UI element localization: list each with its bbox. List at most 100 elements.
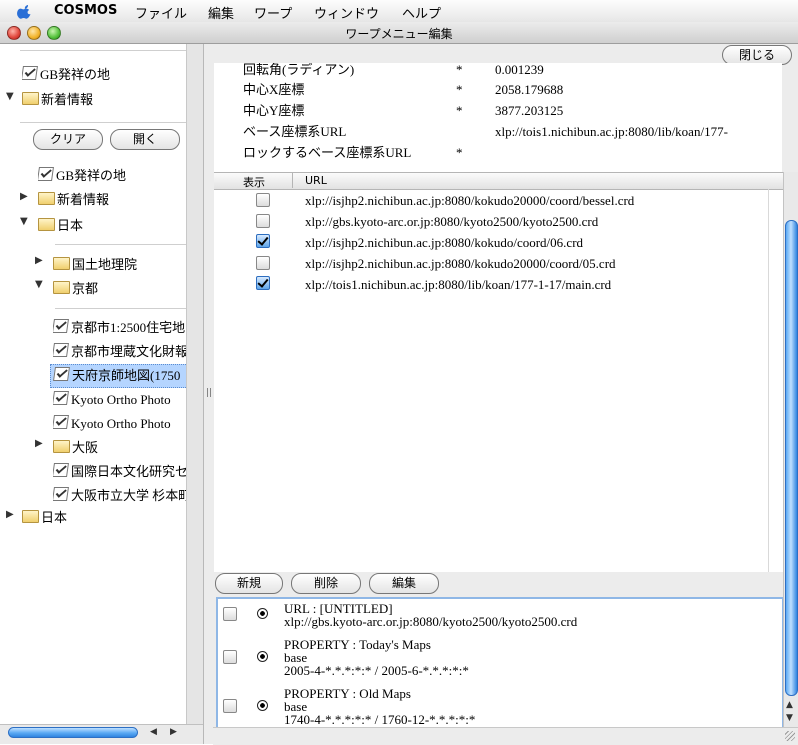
url-row-checkbox[interactable] [256, 256, 270, 270]
tree-item[interactable]: Kyoto Ortho Photo [53, 389, 186, 411]
folder-icon [38, 192, 55, 205]
eye-icon[interactable] [257, 651, 268, 662]
tree-item[interactable]: 日本 [38, 215, 83, 237]
folder-icon [22, 510, 39, 523]
tree-item[interactable]: 新着情報 [22, 89, 93, 111]
folder-icon [38, 218, 55, 231]
col-edge [768, 189, 769, 572]
divider [20, 122, 186, 123]
scroll-left-arrow-icon[interactable]: ◀ [150, 727, 157, 737]
prop-value[interactable]: 2058.179688 [495, 79, 563, 100]
prop-value[interactable]: 0.001239 [495, 63, 544, 80]
url-table-header: 表示 URL [214, 172, 783, 190]
checked-doc-icon [53, 487, 69, 501]
prop-required: * [456, 63, 463, 77]
resize-grip-icon[interactable] [785, 731, 795, 741]
splitter-grip-icon[interactable]: || [206, 388, 212, 398]
divider [55, 244, 186, 245]
item-detail: 2005-4-*.*.*:*:* / 2005-6-*.*.*:*:* [284, 663, 469, 678]
window-title: ワープメニュー編集 [345, 27, 453, 41]
prop-name: 中心Y座標 [243, 103, 305, 118]
scroll-right-arrow-icon[interactable]: ▶ [170, 727, 177, 737]
expanded-triangle-icon[interactable]: ▼ [35, 279, 43, 290]
eye-icon[interactable] [257, 700, 268, 711]
open-button[interactable]: 開く [110, 129, 180, 150]
url-row-checkbox[interactable] [256, 193, 270, 207]
left-vertical-scrollbar[interactable] [186, 44, 203, 724]
delete-button[interactable]: 削除 [291, 573, 361, 594]
prop-value[interactable]: 3877.203125 [495, 100, 563, 121]
col-url-header[interactable]: URL [305, 174, 327, 187]
edit-button[interactable]: 編集 [369, 573, 439, 594]
tree-item[interactable]: 日本 [22, 507, 67, 529]
right-scroll-thumb[interactable] [785, 220, 798, 696]
tree-item-selected[interactable]: 天府京師地図(1750 [50, 364, 188, 388]
scroll-up-arrow-icon[interactable]: ▲ [786, 700, 793, 710]
item-checkbox[interactable] [223, 650, 237, 664]
expanded-triangle-icon[interactable]: ▼ [20, 216, 28, 227]
new-button[interactable]: 新規 [215, 573, 283, 594]
item-detail: 1740-4-*.*.*:*:* / 1760-12-*.*.*:*:* [284, 712, 476, 727]
divider [20, 50, 186, 51]
menu-help[interactable]: ヘルプ [402, 3, 441, 22]
tree-item[interactable]: 国際日本文化研究セ [53, 461, 186, 483]
tree-item[interactable]: 京都市埋蔵文化財報 [53, 341, 186, 363]
prop-name: ロックするベース座標系URL [243, 145, 412, 160]
prop-value[interactable]: xlp://tois1.nichibun.ac.jp:8080/lib/koan… [495, 121, 728, 142]
menu-edit[interactable]: 編集 [208, 3, 234, 22]
prop-required: * [456, 82, 463, 97]
checked-doc-icon [53, 463, 69, 477]
tree-item[interactable]: 大阪市立大学 杉本町 [53, 485, 186, 507]
folder-icon [53, 281, 70, 294]
menu-bar: COSMOS ファイル 編集 ワープ ウィンドウ ヘルプ [0, 0, 798, 23]
left-scroll-thumb[interactable] [8, 727, 138, 738]
collapsed-triangle-icon[interactable]: ▶ [35, 438, 43, 449]
clear-button[interactable]: クリア [33, 129, 103, 150]
folder-icon [22, 92, 39, 105]
url-cell[interactable]: xlp://isjhp2.nichibun.ac.jp:8080/kokudo2… [305, 253, 616, 274]
item-checkbox[interactable] [223, 607, 237, 621]
prop-required: * [456, 103, 463, 118]
tree-item[interactable]: GB発祥の地 [22, 64, 110, 86]
app-menu[interactable]: COSMOS [54, 3, 117, 18]
tree-item[interactable]: Kyoto Ortho Photo [53, 413, 186, 435]
collapsed-triangle-icon[interactable]: ▶ [6, 509, 14, 520]
item-checkbox[interactable] [223, 699, 237, 713]
left-tree-pane: GB発祥の地 ▼ 新着情報 クリア 開く GB発祥の地 ▶ 新着情報 ▼ 日本 … [0, 44, 203, 744]
close-button[interactable]: 閉じる [722, 45, 792, 65]
url-cell[interactable]: xlp://tois1.nichibun.ac.jp:8080/lib/koan… [305, 274, 611, 295]
menu-warp[interactable]: ワープ [254, 3, 292, 22]
property-table: 回転角(ラディアン) * 0.001239 中心X座標 * 2058.17968… [214, 63, 782, 172]
tree-item[interactable]: GB発祥の地 [38, 165, 126, 187]
checked-doc-icon [53, 367, 70, 381]
checked-doc-icon [53, 319, 69, 333]
prop-required: * [456, 145, 463, 160]
folder-icon [53, 440, 70, 453]
tree-item[interactable]: 京都 [53, 278, 98, 300]
menu-window[interactable]: ウィンドウ [314, 3, 379, 22]
checked-doc-icon [53, 391, 69, 405]
url-row-checkbox[interactable] [256, 214, 270, 228]
expanded-triangle-icon[interactable]: ▼ [6, 91, 14, 102]
tree-item[interactable]: 京都市1:2500住宅地 [53, 317, 186, 339]
checked-doc-icon [38, 167, 54, 181]
tree-item[interactable]: 新着情報 [38, 189, 109, 211]
url-row-checkbox-checked[interactable] [256, 234, 270, 248]
col-display-header[interactable]: 表示 [243, 174, 265, 190]
url-cell[interactable]: xlp://isjhp2.nichibun.ac.jp:8080/kokudo/… [305, 232, 583, 253]
prop-name: ベース座標系URL [243, 124, 347, 139]
menu-file[interactable]: ファイル [135, 3, 187, 22]
checked-doc-icon [22, 66, 38, 80]
window-titlebar: ワープメニュー編集 [0, 22, 798, 44]
collapsed-triangle-icon[interactable]: ▶ [35, 255, 43, 266]
tree-item[interactable]: 国土地理院 [53, 254, 137, 276]
divider [55, 308, 186, 309]
apple-menu-icon[interactable] [17, 2, 33, 19]
url-cell[interactable]: xlp://gbs.kyoto-arc.or.jp:8080/kyoto2500… [305, 211, 598, 232]
url-cell[interactable]: xlp://isjhp2.nichibun.ac.jp:8080/kokudo2… [305, 190, 634, 211]
eye-icon[interactable] [257, 608, 268, 619]
tree-item[interactable]: 大阪 [53, 437, 98, 459]
collapsed-triangle-icon[interactable]: ▶ [20, 191, 28, 202]
scroll-down-arrow-icon[interactable]: ▼ [786, 713, 793, 723]
url-row-checkbox-checked[interactable] [256, 276, 270, 290]
